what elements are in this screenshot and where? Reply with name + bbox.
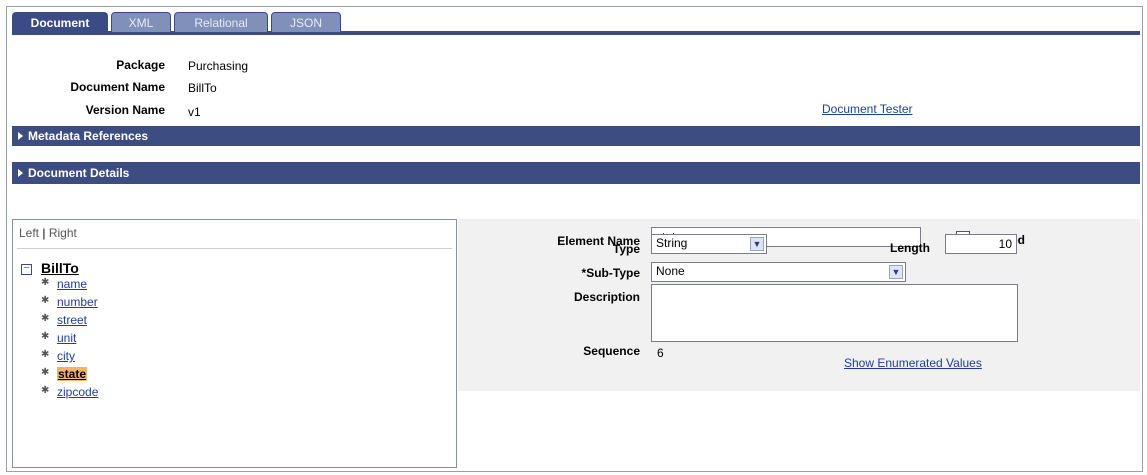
element-node-icon: ✱ [41,295,50,306]
expand-arrow-icon [18,169,23,177]
document-details-label: Document Details [28,166,130,180]
header-separator: | [42,226,46,240]
subtype-select[interactable]: None ▼ [651,262,906,282]
tree-link-number[interactable]: number [57,295,98,309]
element-node-icon: ✱ [41,331,50,342]
sequence-value: 6 [657,346,664,360]
sequence-label: Sequence [583,344,640,358]
expand-arrow-icon [18,132,23,140]
length-label: Length [890,241,930,255]
tree-panel: Left | Right − BillTo ✱ name ✱ number ✱ … [12,219,457,468]
subtype-label: *Sub-Type [581,266,640,280]
description-label: Description [573,290,640,304]
description-textarea[interactable] [651,284,1018,342]
tab-json[interactable]: JSON [271,12,341,32]
tree-root-billto[interactable]: BillTo [41,260,79,276]
tab-bar: Document XML Relational JSON [12,12,1140,35]
dropdown-arrow-icon: ▼ [750,237,764,251]
document-tester-link[interactable]: Document Tester [822,102,913,116]
collapse-icon[interactable]: − [21,264,32,275]
tree-link-name[interactable]: name [57,277,87,291]
type-select[interactable]: String ▼ [651,234,767,254]
right-toggle[interactable]: Right [49,226,77,240]
show-enumerated-values-link[interactable]: Show Enumerated Values [844,356,982,370]
left-toggle[interactable]: Left [19,226,39,240]
package-label: Package [116,58,165,72]
document-name-value: BillTo [188,81,217,95]
metadata-references-label: Metadata References [28,129,149,143]
metadata-references-bar[interactable]: Metadata References [12,126,1140,146]
element-node-icon: ✱ [41,367,50,378]
tab-document[interactable]: Document [12,12,108,33]
dropdown-arrow-icon: ▼ [889,265,903,279]
element-node-icon: ✱ [41,349,50,360]
subtype-select-value: None [656,264,685,278]
element-node-icon: ✱ [41,277,50,288]
document-name-label: Document Name [70,80,165,94]
length-input[interactable] [945,234,1017,254]
document-details-bar[interactable]: Document Details [12,162,1140,184]
tree-link-state[interactable]: state [57,367,88,381]
element-node-icon: ✱ [41,385,50,396]
type-select-value: String [656,236,688,250]
package-value: Purchasing [188,59,249,73]
tree-link-unit[interactable]: unit [57,331,76,345]
type-label-text: Type [612,242,640,256]
tree-header: Left | Right [19,226,77,240]
tree-link-street[interactable]: street [57,313,87,327]
tree-link-city[interactable]: city [57,349,75,363]
version-name-value: v1 [188,105,201,119]
element-node-icon: ✱ [41,313,50,324]
tab-xml[interactable]: XML [111,12,171,32]
tab-relational[interactable]: Relational [174,12,268,32]
tree-divider [17,248,452,249]
tree-link-zipcode[interactable]: zipcode [57,385,98,399]
version-name-label: Version Name [85,103,165,117]
